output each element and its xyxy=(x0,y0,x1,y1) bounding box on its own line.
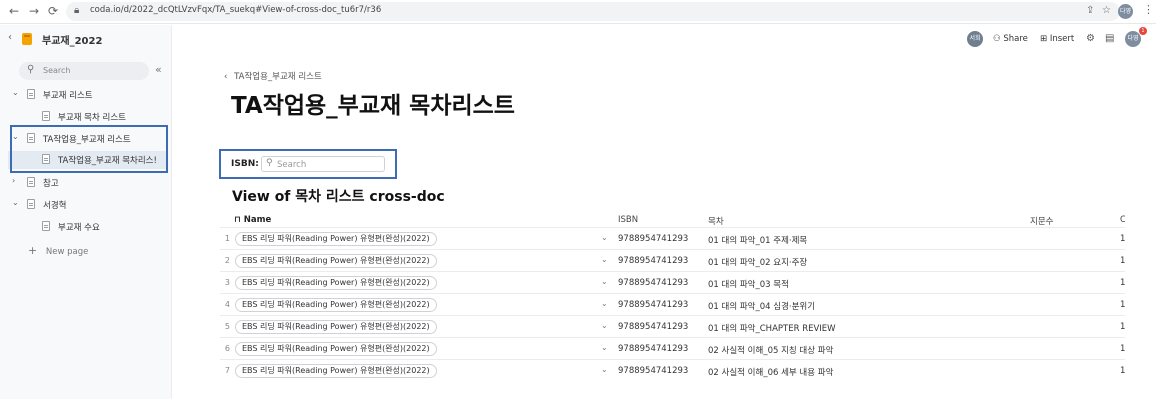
bookmark-star-icon[interactable]: ☆ xyxy=(1102,5,1111,16)
comment-icon[interactable]: ▤ xyxy=(1105,33,1114,44)
page-icon xyxy=(42,111,50,121)
page-icon xyxy=(27,199,35,209)
chevron-down-icon[interactable]: ⌄ xyxy=(601,299,608,308)
table-row[interactable]: 7 EBS 리딩 파워(Reading Power) 유형편(완성)(2022)… xyxy=(220,359,1125,381)
chevron-left-icon: ‹ xyxy=(224,72,228,82)
user-avatar[interactable]: 다영 xyxy=(1125,31,1141,47)
sidebar-item-seo-kyunghyuk[interactable]: ⌄ 서경혁 xyxy=(8,196,168,214)
sidebar-item-textbook-list[interactable]: ⌄ 부교재 리스트 xyxy=(8,86,168,104)
page-icon xyxy=(42,221,50,231)
table-row[interactable]: 3 EBS 리딩 파워(Reading Power) 유형편(완성)(2022)… xyxy=(220,271,1125,293)
name-chip[interactable]: EBS 리딩 파워(Reading Power) 유형편(완성)(2022) xyxy=(235,298,437,312)
chevron-down-icon[interactable]: ⌄ xyxy=(601,277,608,286)
name-chip[interactable]: EBS 리딩 파워(Reading Power) 유형편(완성)(2022) xyxy=(235,320,437,334)
collaborator-avatar[interactable]: 서희 xyxy=(967,31,983,47)
page-icon xyxy=(27,89,35,99)
doc-title[interactable]: 부교재_2022 xyxy=(42,32,102,47)
browser-menu-icon[interactable]: ⋮ xyxy=(1143,3,1154,16)
table-row[interactable]: 1 EBS 리딩 파워(Reading Power) 유형편(완성)(2022)… xyxy=(220,227,1125,249)
url-text: coda.io/d/2022_dcQtLVzvFqx/TA_suekq#View… xyxy=(90,5,382,15)
search-icon: ⚲ xyxy=(27,64,35,75)
search-icon: ⚲ xyxy=(266,158,273,168)
chevron-left-icon[interactable]: ‹ xyxy=(8,32,12,43)
notification-badge: 1 xyxy=(1139,27,1147,35)
name-chip[interactable]: EBS 리딩 파워(Reading Power) 유형편(완성)(2022) xyxy=(235,342,437,356)
person-icon: ⚇ xyxy=(993,34,1001,44)
share-page-icon[interactable]: ⇪ xyxy=(1086,5,1094,16)
name-chip[interactable]: EBS 리딩 파워(Reading Power) 유형편(완성)(2022) xyxy=(235,364,437,378)
browser-profile-avatar[interactable]: 다영 xyxy=(1118,4,1133,19)
isbn-filter-label: ISBN: xyxy=(231,159,259,169)
browser-toolbar: ← → ⟳ 🔒︎ coda.io/d/2022_dcQtLVzvFqx/TA_s… xyxy=(0,0,1156,24)
column-header-isbn[interactable]: ISBN xyxy=(618,215,638,225)
lock-icon: 🔒︎ xyxy=(74,5,80,16)
reload-icon[interactable]: ⟳ xyxy=(45,3,61,19)
chevron-down-icon[interactable]: ⌄ xyxy=(12,88,19,97)
sidebar-item-textbook-toc-list[interactable]: 부교재 목차 리스트 xyxy=(8,108,168,126)
sidebar: ‹ 부교재_2022 ⚲ Search « ⌄ 부교재 리스트 부교재 목차 리… xyxy=(0,25,172,399)
page-icon xyxy=(27,177,35,187)
table-row[interactable]: 4 EBS 리딩 파워(Reading Power) 유형편(완성)(2022)… xyxy=(220,293,1125,315)
breadcrumb[interactable]: ‹ TA작업용_부교재 리스트 xyxy=(224,70,322,82)
share-button[interactable]: ⚇ Share xyxy=(993,34,1028,44)
gear-icon[interactable]: ⚙ xyxy=(1086,33,1095,44)
new-page-button[interactable]: + New page xyxy=(28,244,88,257)
table-row[interactable]: 5 EBS 리딩 파워(Reading Power) 유형편(완성)(2022)… xyxy=(220,315,1125,337)
cross-doc-table: ⊓ Name ISBN 목차 지문수 C 1 EBS 리딩 파워(Reading… xyxy=(220,210,1125,385)
insert-button[interactable]: ⊞ Insert xyxy=(1040,34,1074,44)
chevron-down-icon[interactable]: ⌄ xyxy=(601,255,608,264)
bookmark-icon: ⊓ xyxy=(234,215,241,225)
chevron-right-icon[interactable]: › xyxy=(12,176,15,185)
column-header-c[interactable]: C xyxy=(1120,215,1125,225)
view-title: View of 목차 리스트 cross-doc xyxy=(232,189,445,205)
highlight-annotation xyxy=(10,125,168,173)
back-icon[interactable]: ← xyxy=(6,3,22,19)
forward-icon[interactable]: → xyxy=(26,3,42,19)
name-chip[interactable]: EBS 리딩 파워(Reading Power) 유형편(완성)(2022) xyxy=(235,276,437,290)
column-header-passages[interactable]: 지문수 xyxy=(1030,215,1053,227)
grid-icon: ⊞ xyxy=(1040,34,1048,44)
sidebar-search-input[interactable]: ⚲ Search xyxy=(19,62,149,80)
column-header-toc[interactable]: 목차 xyxy=(708,215,724,227)
name-chip[interactable]: EBS 리딩 파워(Reading Power) 유형편(완성)(2022) xyxy=(235,254,437,268)
chevron-down-icon[interactable]: ⌄ xyxy=(601,365,608,374)
plus-icon: + xyxy=(28,244,38,257)
page-title: TA작업용_부교재 목차리스트 xyxy=(231,93,515,119)
isbn-search-input[interactable]: ⚲ Search xyxy=(261,156,385,172)
chevron-down-icon[interactable]: ⌄ xyxy=(12,198,19,207)
name-chip[interactable]: EBS 리딩 파워(Reading Power) 유형편(완성)(2022) xyxy=(235,232,437,246)
table-row[interactable]: 2 EBS 리딩 파워(Reading Power) 유형편(완성)(2022)… xyxy=(220,249,1125,271)
table-row[interactable]: 6 EBS 리딩 파워(Reading Power) 유형편(완성)(2022)… xyxy=(220,337,1125,359)
doc-icon xyxy=(22,33,32,45)
chevron-down-icon[interactable]: ⌄ xyxy=(601,321,608,330)
sidebar-item-reference[interactable]: › 참고 xyxy=(8,174,168,192)
column-header-name[interactable]: ⊓ Name xyxy=(234,215,271,225)
chevron-down-icon[interactable]: ⌄ xyxy=(601,343,608,352)
chevron-down-icon[interactable]: ⌄ xyxy=(601,233,608,242)
sidebar-item-textbook-demand[interactable]: 부교재 수요 xyxy=(8,218,168,236)
address-bar[interactable]: 🔒︎ coda.io/d/2022_dcQtLVzvFqx/TA_suekq#V… xyxy=(66,2,1120,21)
collapse-sidebar-button[interactable]: « xyxy=(155,63,162,76)
